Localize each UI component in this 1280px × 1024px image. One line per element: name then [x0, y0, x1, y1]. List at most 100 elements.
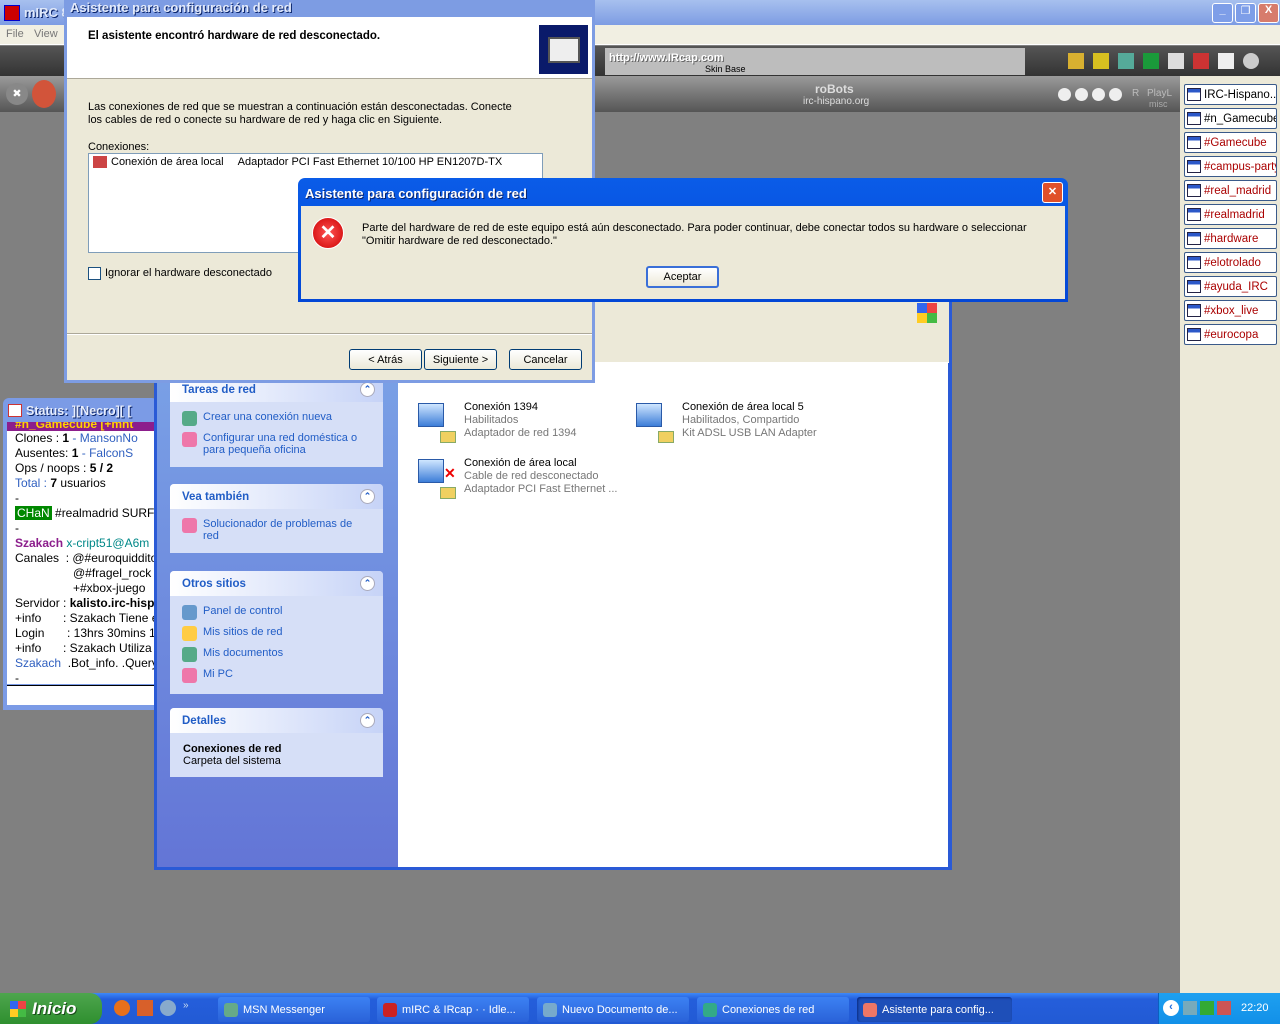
app-icon[interactable] — [137, 1000, 153, 1016]
quick-launch-more[interactable]: » — [183, 1000, 189, 1016]
clock: 22:20 — [1241, 1002, 1269, 1014]
toolbar-icon[interactable] — [1093, 53, 1109, 69]
connection-name: Conexión de área local — [464, 457, 577, 469]
task-icon — [863, 1002, 877, 1017]
toolbar-icon[interactable] — [1068, 53, 1084, 69]
pause-icon[interactable] — [1092, 88, 1105, 101]
close-skin-icon[interactable]: ✖ — [6, 83, 28, 105]
panel-header[interactable]: Vea también ⌃ — [170, 484, 383, 509]
toolbar-icon[interactable] — [1118, 53, 1134, 69]
tray-icon[interactable] — [1183, 1001, 1197, 1015]
toolbar-icon[interactable] — [1218, 53, 1234, 69]
panel-link[interactable]: Mi PC — [170, 665, 383, 686]
collapse-icon[interactable]: ⌃ — [360, 576, 375, 591]
player-r[interactable]: R — [1132, 88, 1139, 99]
status-input[interactable] — [7, 685, 154, 705]
panel-link[interactable]: Solucionador de problemas de red — [170, 515, 383, 545]
panel-header[interactable]: Detalles ⌃ — [170, 708, 383, 733]
skin-url: http://www.IRcap.com — [609, 52, 724, 64]
play-icon[interactable] — [1075, 88, 1088, 101]
taskbar-button[interactable]: Asistente para config... — [857, 997, 1012, 1022]
error-body: ✕ Parte del hardware de red de este equi… — [301, 206, 1065, 299]
network-hardware-icon — [539, 25, 588, 74]
player-misc[interactable]: misc — [1149, 99, 1168, 109]
panel-link-label: Mi PC — [203, 668, 233, 680]
window-icon — [1187, 256, 1201, 269]
status-text-area: #n_Gamecube [+mnt Clones : 1 - MansonNo … — [7, 422, 154, 684]
tray-icon[interactable] — [1200, 1001, 1214, 1015]
switchbar-item[interactable]: #campus-party — [1184, 156, 1277, 177]
collapse-icon[interactable]: ⌃ — [360, 489, 375, 504]
wizard-heading: El asistente encontró hardware de red de… — [88, 30, 381, 42]
player-playl[interactable]: PlayL — [1147, 88, 1172, 99]
close-button[interactable]: X — [1258, 3, 1279, 23]
system-tray: ‹ 22:20 — [1158, 993, 1280, 1024]
ignore-checkbox-label[interactable]: Ignorar el hardware desconectado — [105, 267, 272, 279]
panel-link[interactable]: Crear una conexión nueva — [170, 408, 383, 429]
robots-site: irc-hispano.org — [803, 96, 870, 107]
back-button[interactable]: < Atrás — [349, 349, 422, 370]
connection-item[interactable]: Conexión de área local 5 Habilitados, Com… — [632, 401, 817, 445]
minimize-button[interactable]: _ — [1212, 3, 1233, 23]
player-controls[interactable] — [1058, 88, 1122, 101]
next-button[interactable]: Siguiente > — [424, 349, 497, 370]
eject-icon[interactable] — [1058, 88, 1071, 101]
taskbar-button[interactable]: Conexiones de red — [697, 997, 849, 1022]
channel: +#xbox-juego — [73, 581, 146, 595]
switchbar-item[interactable]: #Gamecube — [1184, 132, 1277, 153]
switchbar-item[interactable]: IRC-Hispano... — [1184, 84, 1277, 105]
wizard-description: Las conexiones de red que se muestran a … — [88, 101, 512, 126]
collapse-icon[interactable]: ⌃ — [360, 382, 375, 397]
task-icon — [224, 1002, 238, 1017]
task-icon — [182, 432, 197, 447]
start-button[interactable]: Inicio — [0, 993, 102, 1024]
switchbar-item[interactable]: #realmadrid — [1184, 204, 1277, 225]
wizard-separator — [67, 333, 592, 335]
taskbar-button[interactable]: mIRC & IRcap · · Idle... — [377, 997, 529, 1022]
taskbar-button[interactable]: MSN Messenger — [218, 997, 370, 1022]
cancel-button[interactable]: Cancelar — [509, 349, 582, 370]
tray-expand-icon[interactable]: ‹ — [1163, 1000, 1179, 1016]
panel-link[interactable]: Configurar una red doméstica o para pequ… — [170, 429, 383, 459]
window-icon — [1187, 232, 1201, 245]
stop-icon[interactable] — [1109, 88, 1122, 101]
taskbar-button[interactable]: Nuevo Documento de... — [537, 997, 689, 1022]
toolbar-icon[interactable] — [1193, 53, 1209, 69]
switchbar-item[interactable]: #xbox_live — [1184, 300, 1277, 321]
switchbar-item[interactable]: #n_Gamecube — [1184, 108, 1277, 129]
tray-icon[interactable] — [1217, 1001, 1231, 1015]
menu-view[interactable]: View — [34, 28, 58, 40]
panel-header[interactable]: Otros sitios ⌃ — [170, 571, 383, 596]
connections-label: Conexiones: — [88, 141, 150, 153]
collapse-icon[interactable]: ⌃ — [360, 713, 375, 728]
ignore-checkbox[interactable] — [88, 267, 101, 280]
switchbar-item[interactable]: #ayuda_IRC — [1184, 276, 1277, 297]
window-icon — [1187, 136, 1201, 149]
panel-link[interactable]: Mis documentos — [170, 644, 383, 665]
panel-link[interactable]: Panel de control — [170, 602, 383, 623]
firefox-icon[interactable] — [114, 1000, 130, 1016]
toolbar-icon[interactable] — [1168, 53, 1184, 69]
chan-text: #realmadrid SURFE — [55, 506, 154, 520]
connection-item[interactable]: Conexión 1394 Habilitados Adaptador de red… — [414, 401, 577, 445]
network-connection-icon — [632, 401, 676, 445]
connection-item[interactable]: ✕ Conexión de área local Cable de red desc… — [414, 457, 617, 501]
menu-file[interactable]: File — [6, 28, 24, 40]
toolbar-icons[interactable] — [1068, 53, 1273, 71]
window-icon — [1187, 304, 1201, 317]
panel-link[interactable]: Mis sitios de red — [170, 623, 383, 644]
ok-button[interactable]: Aceptar — [646, 266, 719, 288]
connection-list-item[interactable]: Conexión de área local Adaptador PCI Fas… — [89, 154, 542, 170]
restore-button[interactable]: ❐ — [1235, 3, 1256, 23]
switchbar-item[interactable]: #real_madrid — [1184, 180, 1277, 201]
task-panel: Vea también ⌃ Solucionador de problemas de… — [170, 484, 383, 553]
toolbar-icon[interactable] — [1143, 53, 1159, 69]
switchbar-item[interactable]: #elotrolado — [1184, 252, 1277, 273]
ie-icon[interactable] — [160, 1000, 176, 1016]
error-close-button[interactable]: ✕ — [1042, 182, 1063, 203]
switchbar-item[interactable]: #eurocopa — [1184, 324, 1277, 345]
smiley-icon[interactable] — [32, 80, 56, 108]
switchbar-item[interactable]: #hardware — [1184, 228, 1277, 249]
toolbar-icon[interactable] — [1243, 53, 1259, 69]
connection-name: Conexión de área local 5 — [682, 401, 804, 413]
